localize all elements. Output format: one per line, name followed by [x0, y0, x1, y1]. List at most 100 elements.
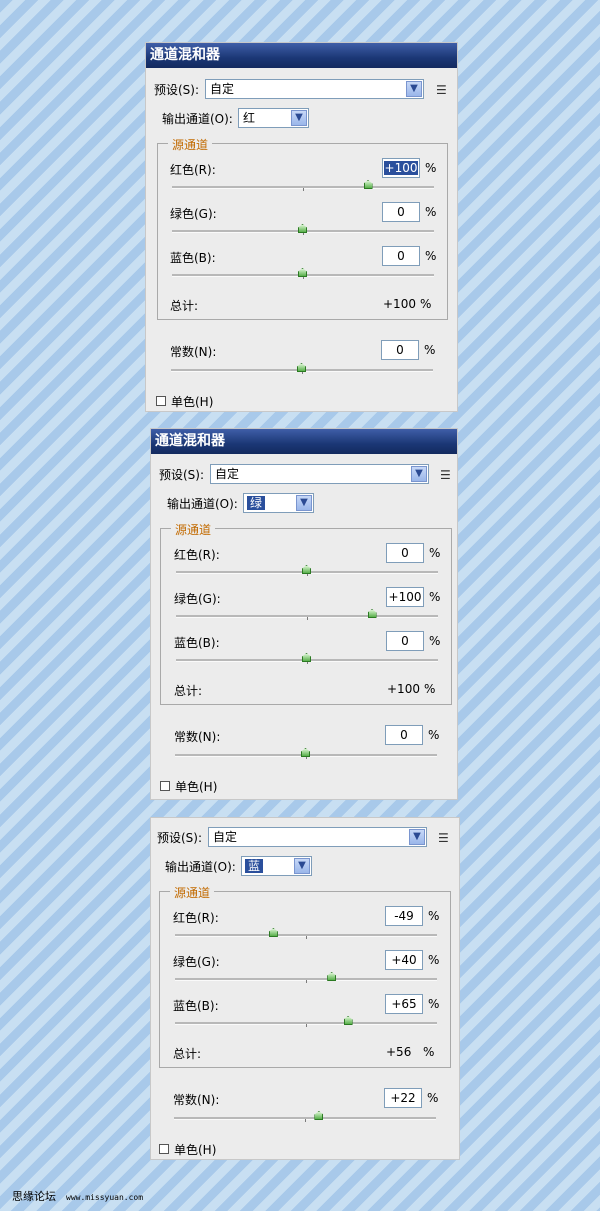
output-channel-select[interactable]: 绿 ▼ [243, 493, 314, 513]
source-channels-group: 源通道 红色(R): -49 % 绿色(G): +40 % 蓝色(B): +65… [159, 884, 451, 1068]
channel-mixer-panel-blue: 预设(S): 自定 ▼ ☰ 输出通道(O): 蓝 ▼ 源通道 红色(R): -4… [150, 817, 460, 1160]
panel-menu-icon[interactable]: ☰ [438, 831, 454, 845]
blue-value-input[interactable]: 0 [386, 631, 424, 651]
panel-menu-icon[interactable]: ☰ [436, 83, 452, 97]
chevron-down-icon[interactable]: ▼ [296, 495, 312, 511]
constant-label: 常数(N): [173, 1093, 220, 1107]
monochrome-checkbox[interactable] [159, 1144, 169, 1154]
red-value-input[interactable]: -49 [385, 906, 423, 926]
preset-select[interactable]: 自定 ▼ [205, 79, 424, 99]
green-value-input[interactable]: +40 [385, 950, 423, 970]
slider-thumb-icon[interactable] [302, 653, 311, 662]
slider-center-tick [305, 1119, 306, 1122]
channel-mixer-panel-green: 通道混和器 预设(S): 自定 ▼ ☰ 输出通道(O): 绿 ▼ 源通道 红色(… [150, 428, 458, 800]
slider-thumb-icon[interactable] [302, 565, 311, 574]
constant-slider[interactable] [171, 363, 433, 374]
output-channel-select[interactable]: 蓝 ▼ [241, 856, 312, 876]
percent-sign: % [429, 546, 441, 560]
red-value: -49 [394, 909, 414, 923]
source-channels-legend: 源通道 [170, 884, 215, 901]
chevron-down-icon[interactable]: ▼ [411, 466, 427, 482]
total-value: +56 [386, 1045, 412, 1059]
percent-sign: % [428, 997, 440, 1011]
constant-value-input[interactable]: +22 [384, 1088, 422, 1108]
slider-thumb-icon[interactable] [363, 180, 373, 189]
chevron-down-icon[interactable]: ▼ [406, 81, 422, 97]
green-value-input[interactable]: +100 [386, 587, 424, 607]
constant-label: 常数(N): [170, 345, 217, 359]
constant-slider[interactable] [174, 1111, 436, 1122]
constant-value: 0 [400, 728, 408, 742]
slider-thumb-icon[interactable] [327, 972, 337, 981]
blue-value: 0 [401, 634, 409, 648]
blue-value: 0 [397, 249, 405, 263]
chevron-down-icon[interactable]: ▼ [409, 829, 425, 845]
percent-sign: % [423, 1045, 435, 1059]
blue-label: 蓝色(B): [170, 251, 216, 265]
output-channel-select[interactable]: 红 ▼ [238, 108, 309, 128]
green-slider[interactable] [175, 972, 437, 983]
monochrome-checkbox[interactable] [160, 781, 170, 791]
output-channel-value: 绿 [247, 496, 266, 510]
green-slider[interactable] [172, 224, 434, 235]
preset-select[interactable]: 自定 ▼ [210, 464, 429, 484]
red-slider[interactable] [176, 565, 438, 576]
slider-thumb-icon[interactable] [367, 609, 377, 618]
green-label: 绿色(G): [174, 592, 221, 606]
percent-sign: % [429, 634, 441, 648]
constant-value-input[interactable]: 0 [381, 340, 419, 360]
green-value-input[interactable]: 0 [382, 202, 420, 222]
green-value: 0 [397, 205, 405, 219]
red-value: 0 [401, 546, 409, 560]
red-value: +100 [383, 161, 419, 175]
percent-sign: % [425, 205, 437, 219]
slider-thumb-icon[interactable] [314, 1111, 324, 1120]
constant-value: +22 [390, 1091, 416, 1105]
green-label: 绿色(G): [170, 207, 217, 221]
blue-slider[interactable] [172, 268, 434, 279]
output-channel-label: 输出通道(O): [167, 497, 238, 511]
blue-slider[interactable] [176, 653, 438, 664]
slider-center-tick [306, 980, 307, 983]
percent-sign: % [420, 297, 432, 311]
monochrome-label: 单色(H) [171, 395, 214, 409]
red-label: 红色(R): [174, 548, 220, 562]
percent-sign: % [425, 249, 437, 263]
red-value-input[interactable]: 0 [386, 543, 424, 563]
green-slider[interactable] [176, 609, 438, 620]
output-channel-label: 输出通道(O): [162, 112, 233, 126]
preset-select[interactable]: 自定 ▼ [208, 827, 427, 847]
output-channel-label: 输出通道(O): [165, 860, 236, 874]
red-value-input[interactable]: +100 [382, 158, 420, 178]
chevron-down-icon[interactable]: ▼ [294, 858, 310, 874]
green-value: +40 [391, 953, 417, 967]
monochrome-checkbox[interactable] [156, 396, 166, 406]
slider-thumb-icon[interactable] [298, 268, 307, 277]
slider-center-tick [306, 936, 307, 939]
total-value: +100 [383, 297, 416, 311]
slider-thumb-icon[interactable] [297, 363, 306, 372]
slider-center-tick [307, 617, 308, 620]
panel-menu-icon[interactable]: ☰ [440, 468, 456, 482]
red-slider[interactable] [175, 928, 437, 939]
slider-thumb-icon[interactable] [301, 748, 310, 757]
chevron-down-icon[interactable]: ▼ [291, 110, 307, 126]
percent-sign: % [425, 161, 437, 175]
slider-center-tick [306, 1024, 307, 1027]
preset-value: 自定 [210, 82, 235, 96]
blue-slider[interactable] [175, 1016, 437, 1027]
blue-value-input[interactable]: +65 [385, 994, 423, 1014]
source-channels-legend: 源通道 [168, 136, 213, 153]
watermark: 思缘论坛 www.missyuan.com [12, 1188, 143, 1204]
total-label: 总计: [170, 299, 199, 313]
green-label: 绿色(G): [173, 955, 220, 969]
output-channel-value: 红 [243, 111, 256, 125]
slider-thumb-icon[interactable] [268, 928, 278, 937]
slider-thumb-icon[interactable] [298, 224, 307, 233]
red-slider[interactable] [172, 180, 434, 191]
constant-value-input[interactable]: 0 [385, 725, 423, 745]
blue-value-input[interactable]: 0 [382, 246, 420, 266]
total-value: +100 [387, 682, 420, 696]
constant-slider[interactable] [175, 748, 437, 759]
slider-thumb-icon[interactable] [343, 1016, 353, 1025]
